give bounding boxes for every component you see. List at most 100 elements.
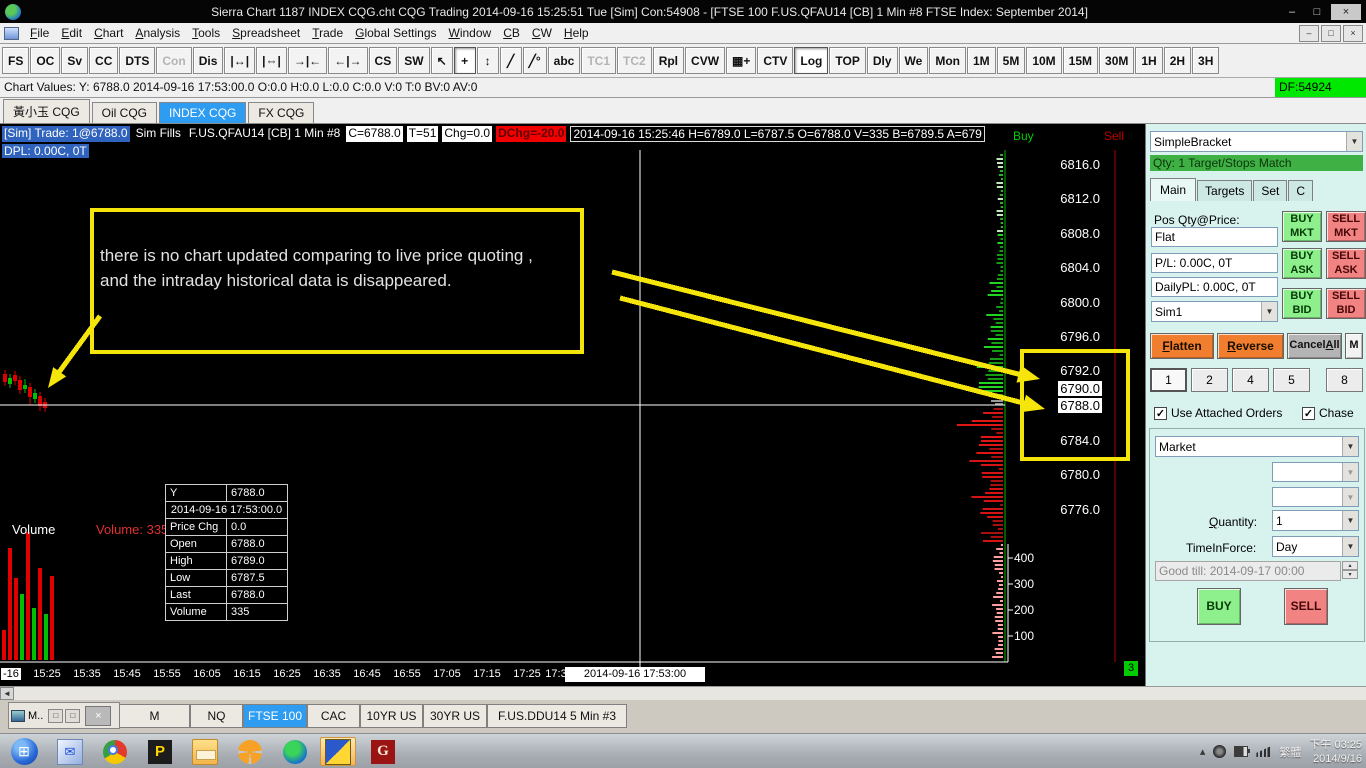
bottom-tab-10yr-us[interactable]: 10YR US	[360, 704, 423, 728]
menu-item-help[interactable]: Help	[558, 24, 595, 42]
log-button[interactable]: Log	[794, 47, 829, 74]
menu-item-cw[interactable]: CW	[526, 24, 558, 42]
qty-preset-8[interactable]: 8	[1326, 368, 1363, 392]
dts-button[interactable]: DTS	[119, 47, 156, 74]
mdi-minimize-button[interactable]: –	[1299, 24, 1319, 42]
dly-button[interactable]: Dly	[866, 47, 898, 74]
chevron-down-icon[interactable]: ▼	[1261, 302, 1277, 321]
5m-button[interactable]: 5M	[996, 47, 1026, 74]
sell-bid-button[interactable]: SELL BID	[1326, 288, 1366, 319]
spinner-down-icon[interactable]: ▾	[1342, 570, 1358, 579]
mdi-close-button[interactable]: ×	[1343, 24, 1363, 42]
minimized-window-titlebar[interactable]: M.. □ □ ×	[8, 702, 120, 729]
start-button[interactable]	[6, 737, 42, 766]
decrease-bar-spacing-icon[interactable]: |⇔|	[256, 47, 287, 74]
cvw-button[interactable]: CVW	[685, 47, 726, 74]
file-explorer-icon[interactable]	[187, 737, 223, 766]
pl-field[interactable]	[1151, 253, 1278, 273]
menu-item-spreadsheet[interactable]: Spreadsheet	[226, 24, 306, 42]
bottom-tab-ftse-100[interactable]: FTSE 100	[243, 704, 307, 728]
scroll-left-icon[interactable]: ◄	[0, 687, 14, 700]
time-in-force-select[interactable]: Day ▼	[1272, 536, 1359, 557]
bracket-preset-select[interactable]: SimpleBracket ▼	[1150, 131, 1363, 152]
1m-button[interactable]: 1M	[966, 47, 996, 74]
tc2-button[interactable]: TC2	[617, 47, 652, 74]
app-p-icon[interactable]	[142, 737, 178, 766]
minimize-button[interactable]: –	[1281, 4, 1303, 20]
qty-preset-1[interactable]: 1	[1150, 368, 1187, 392]
vertical-adjust-tool-icon[interactable]: ↕	[476, 47, 499, 74]
menu-item-file[interactable]: File	[24, 24, 55, 42]
restore-button[interactable]: □	[1306, 4, 1328, 20]
text-tool-button[interactable]: abc	[547, 47, 581, 74]
quantity-select[interactable]: 1 ▼	[1272, 510, 1359, 531]
order-type-select[interactable]: Market ▼	[1155, 436, 1359, 457]
annotation-box[interactable]: there is no chart updated comparing to l…	[90, 208, 584, 354]
oc-button[interactable]: OC	[30, 47, 61, 74]
reverse-button[interactable]: Reverse	[1217, 333, 1284, 359]
chase-checkbox[interactable]: ✓	[1302, 407, 1315, 420]
cc-button[interactable]: CC	[89, 47, 119, 74]
menu-item-window[interactable]: Window	[443, 24, 498, 42]
trendline-tool-icon[interactable]: ╱	[499, 47, 522, 74]
spinner-up-icon[interactable]: ▴	[1342, 561, 1358, 570]
qty-preset-2[interactable]: 2	[1191, 368, 1228, 392]
chartbook-tab-0[interactable]: 黃小玉 CQG	[3, 99, 90, 123]
chevron-down-icon[interactable]: ▼	[1342, 511, 1358, 530]
tray-app-icon[interactable]	[1213, 745, 1227, 758]
bottom-tab-f-us-ddu14-5-min-3[interactable]: F.US.DDU14 5 Min #3	[487, 704, 627, 728]
chart-region[interactable]: [Sim] Trade: 1@6788.0 Sim Fills F.US.QFA…	[0, 124, 1145, 686]
chevron-down-icon[interactable]: ▼	[1342, 437, 1358, 456]
1h-button[interactable]: 1H	[1135, 47, 1163, 74]
mail-app-icon[interactable]	[52, 737, 88, 766]
sw-button[interactable]: SW	[398, 47, 430, 74]
bottom-tab-30yr-us[interactable]: 30YR US	[423, 704, 487, 728]
daily-pl-field[interactable]	[1151, 277, 1278, 297]
buy-market-button[interactable]: BUY MKT	[1282, 211, 1322, 242]
app-g-icon[interactable]	[365, 737, 401, 766]
menu-item-trade[interactable]: Trade	[306, 24, 349, 42]
menu-item-cb[interactable]: CB	[497, 24, 526, 42]
ray-tool-icon[interactable]: ╱°	[522, 47, 547, 74]
bottom-tab-m[interactable]: M	[119, 704, 190, 728]
taskbar-clock[interactable]: 下午 03:25 2014/9/16	[1309, 738, 1362, 766]
cancel-all-button[interactable]: Cancel All	[1287, 333, 1342, 359]
mdi-restore-button[interactable]: □	[1321, 24, 1341, 42]
sell-ask-button[interactable]: SELL ASK	[1326, 248, 1366, 279]
horizontal-scrollbar[interactable]: ◄	[0, 686, 1366, 700]
app-orange-icon[interactable]	[232, 737, 268, 766]
qty-preset-4[interactable]: 4	[1232, 368, 1269, 392]
mini-maximize-button[interactable]: □	[65, 708, 81, 723]
3h-button[interactable]: 3H	[1192, 47, 1220, 74]
trade-tab-c[interactable]: C	[1288, 180, 1314, 201]
sierra-chart-globe-icon[interactable]	[277, 737, 313, 766]
ime-indicator[interactable]: 繁體	[1279, 744, 1301, 760]
chevron-down-icon[interactable]: ▼	[1342, 537, 1358, 556]
10m-button[interactable]: 10M	[1026, 47, 1062, 74]
we-button[interactable]: We	[898, 47, 929, 74]
trade-tab-main[interactable]: Main	[1150, 178, 1197, 201]
bottom-tab-cac[interactable]: CAC	[307, 704, 360, 728]
tc1-button[interactable]: TC1	[581, 47, 617, 74]
tray-expand-icon[interactable]: ▴	[1200, 745, 1206, 758]
mini-close-button[interactable]: ×	[85, 705, 112, 726]
account-select[interactable]: Sim1 ▼	[1151, 301, 1278, 322]
battery-icon[interactable]	[1234, 746, 1251, 757]
flatten-button[interactable]: Flatten	[1150, 333, 1214, 359]
menu-item-edit[interactable]: Edit	[55, 24, 88, 42]
chrome-icon[interactable]	[97, 737, 133, 766]
sell-market-button[interactable]: SELL MKT	[1326, 211, 1366, 242]
buy-ask-button[interactable]: BUY ASK	[1282, 248, 1322, 279]
increase-bar-spacing-icon[interactable]: |↔|	[224, 47, 256, 74]
sell-button[interactable]: SELL	[1284, 588, 1328, 625]
con-button[interactable]: Con	[156, 47, 192, 74]
menu-item-chart[interactable]: Chart	[88, 24, 129, 42]
trade-tab-set[interactable]: Set	[1253, 180, 1288, 201]
mon-button[interactable]: Mon	[929, 47, 966, 74]
m-button[interactable]: M	[1345, 333, 1363, 359]
position-field[interactable]	[1151, 227, 1278, 247]
chartbook-tab-3[interactable]: FX CQG	[248, 102, 315, 123]
active-chart-app-icon[interactable]	[320, 737, 356, 766]
mini-restore-button[interactable]: □	[48, 708, 64, 723]
ctv-button[interactable]: CTV	[757, 47, 794, 74]
